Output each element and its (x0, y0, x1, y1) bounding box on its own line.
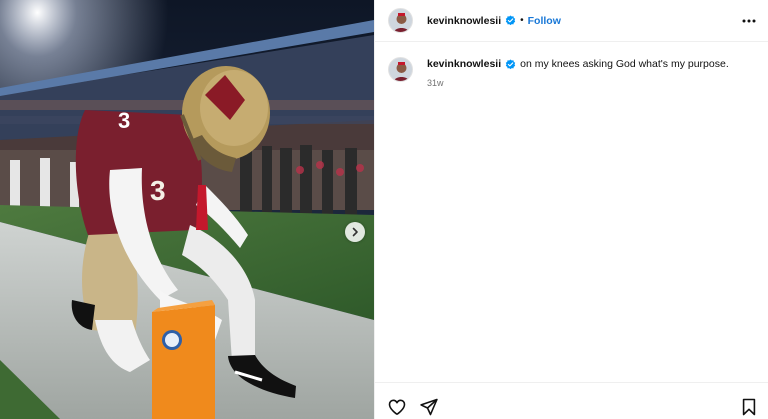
send-icon[interactable] (419, 397, 439, 417)
more-options-icon[interactable] (741, 13, 757, 29)
username-link[interactable]: kevinknowlesii (427, 15, 501, 27)
bookmark-icon[interactable] (739, 397, 759, 417)
chevron-right-icon (352, 227, 358, 237)
jersey-number: 3 (118, 108, 130, 133)
caption-body: kevinknowlesii on my knees asking God wh… (427, 57, 729, 88)
post-media[interactable]: 3 3 (0, 0, 374, 419)
caption-avatar[interactable] (388, 57, 413, 82)
post-actions-bar (375, 382, 768, 419)
avatar-image (389, 9, 412, 32)
post-timestamp[interactable]: 31w (427, 78, 729, 88)
post-detail-panel: kevinknowlesii • Follow kevinknowlesii o… (374, 0, 768, 419)
jersey-number-front: 3 (150, 175, 166, 206)
verified-badge-icon (505, 58, 516, 69)
caption-username-link[interactable]: kevinknowlesii (427, 57, 501, 71)
follow-button[interactable]: Follow (528, 15, 561, 27)
post-caption: kevinknowlesii on my knees asking God wh… (388, 57, 758, 88)
carousel-next-button[interactable] (345, 222, 365, 242)
heart-icon[interactable] (387, 397, 407, 417)
post-header: kevinknowlesii • Follow (375, 0, 768, 42)
verified-badge-icon (505, 15, 516, 26)
avatar[interactable] (388, 8, 413, 33)
caption-line: kevinknowlesii on my knees asking God wh… (427, 57, 729, 71)
separator-dot: • (520, 15, 524, 26)
avatar-image (389, 58, 412, 81)
post-photo: 3 3 (0, 0, 374, 419)
caption-text: on my knees asking God what's my purpose… (520, 58, 729, 70)
